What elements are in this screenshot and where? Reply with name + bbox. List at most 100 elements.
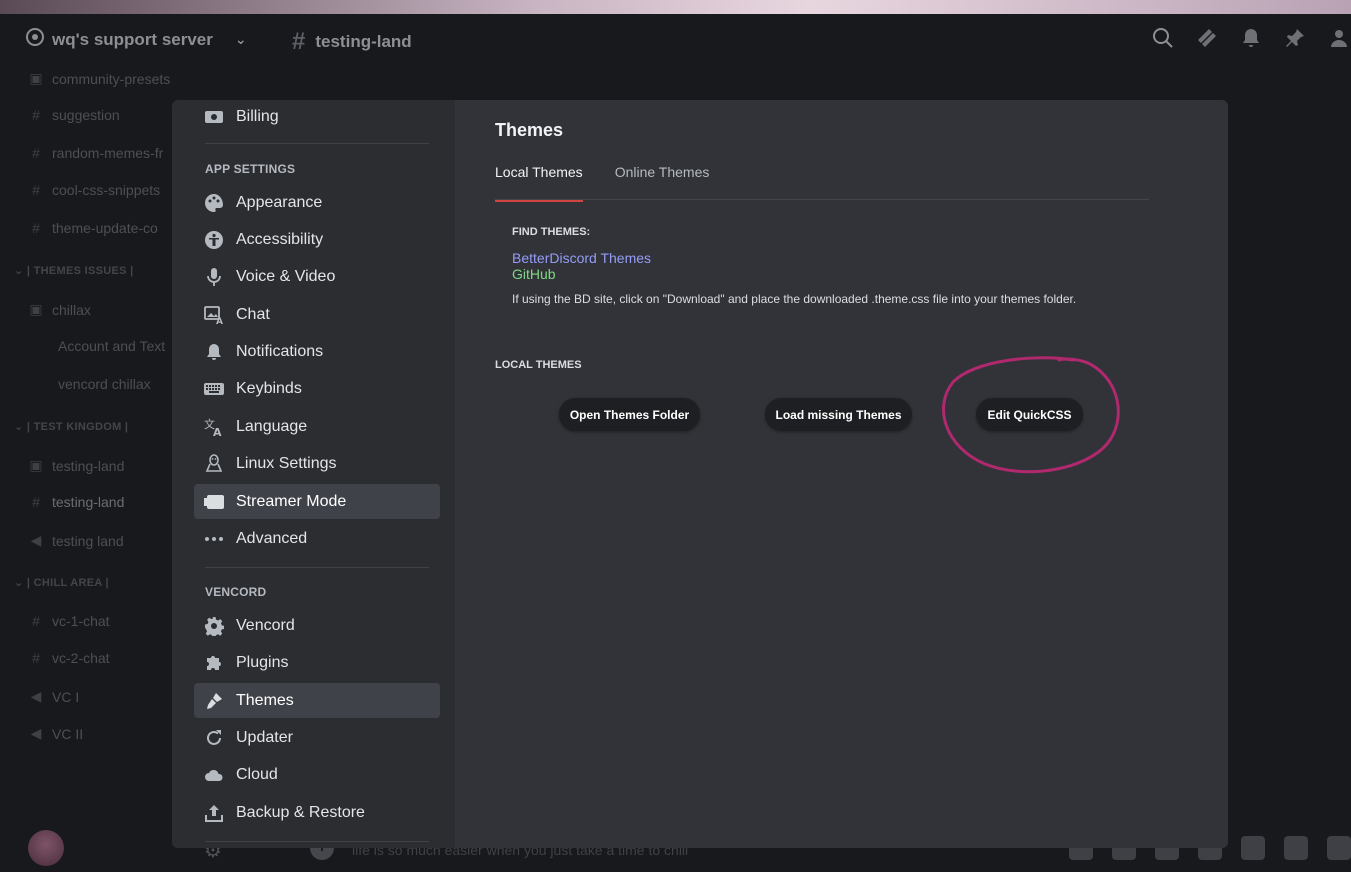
desktop-wallpaper [0, 0, 1351, 14]
open-themes-folder-button[interactable]: Open Themes Folder [559, 398, 700, 431]
channel-item[interactable]: ◀ VC I [28, 688, 80, 705]
channel-item[interactable]: # vc-1-chat [28, 613, 109, 629]
image-text-icon: A [204, 305, 224, 325]
nav-item-billing[interactable]: Billing [194, 100, 440, 134]
puzzle-icon [204, 653, 224, 673]
nav-item-themes[interactable]: Themes [194, 683, 440, 718]
hash-icon: # [32, 145, 40, 161]
nav-item-appearance[interactable]: Appearance [194, 185, 440, 220]
category-header[interactable]: ⌄ | THEMES ISSUES | [14, 264, 133, 277]
tab-divider [495, 199, 1149, 200]
keyboard-icon [204, 379, 224, 399]
nav-item-cloud[interactable]: Cloud [194, 757, 440, 792]
nav-item-language[interactable]: 文A Language [194, 409, 440, 444]
linux-icon [204, 453, 224, 474]
channel-item[interactable]: # vc-2-chat [28, 650, 109, 666]
pin-icon[interactable] [1283, 26, 1307, 50]
speaker-icon: ◀ [30, 688, 42, 704]
hash-icon: # [32, 613, 40, 629]
svg-text:A: A [216, 317, 223, 325]
gif-icon[interactable] [1284, 836, 1308, 860]
github-link[interactable]: GitHub [512, 266, 556, 282]
server-header[interactable]: wq's support server ⌄ [26, 28, 247, 51]
speaker-icon: ◀ [30, 532, 42, 548]
channel-item[interactable]: ◀ testing land [28, 532, 124, 549]
category-header[interactable]: ⌄ | TEST KINGDOM | [14, 420, 128, 433]
forum-icon: ▣ [29, 457, 43, 473]
betterdiscord-themes-link[interactable]: BetterDiscord Themes [512, 250, 651, 266]
svg-text:A: A [213, 426, 222, 437]
hash-icon: # [32, 182, 40, 198]
gift-icon[interactable] [1241, 836, 1265, 860]
avatar[interactable] [28, 830, 64, 866]
channel-header: # testing-land [292, 28, 412, 56]
nav-item-advanced[interactable]: Advanced [194, 521, 440, 556]
billing-icon [204, 107, 224, 127]
translate-icon: 文A [204, 417, 224, 437]
search-icon[interactable] [1151, 26, 1175, 50]
hash-icon: # [32, 220, 40, 236]
chevron-down-icon[interactable]: ⌄ [235, 31, 247, 48]
nav-item-chat[interactable]: A Chat [194, 297, 440, 332]
channel-item[interactable]: # theme-update-co [28, 220, 158, 236]
speaker-icon: ◀ [30, 725, 42, 741]
members-icon[interactable] [1327, 26, 1351, 50]
microphone-icon [204, 267, 224, 287]
channel-item[interactable]: ▣ chillax [28, 301, 91, 318]
thread-item[interactable]: Account and Text [58, 338, 165, 354]
divider [205, 567, 429, 568]
channel-name: testing-land [315, 32, 412, 51]
nav-item-notifications[interactable]: Notifications [194, 334, 440, 369]
nav-item-accessibility[interactable]: Accessibility [194, 222, 440, 257]
hash-icon: # [32, 494, 40, 510]
section-heading-vencord: VENCORD [205, 585, 267, 599]
sticker-icon[interactable] [1327, 836, 1351, 860]
nav-item-vencord[interactable]: Vencord [194, 608, 440, 643]
accessibility-icon [204, 230, 224, 250]
chevron-down-icon: ⌄ [14, 265, 27, 277]
gear-icon [204, 616, 224, 636]
bell-icon[interactable] [1239, 26, 1263, 50]
channel-item[interactable]: # cool-css-snippets [28, 182, 160, 198]
find-themes-heading: FIND THEMES: [512, 226, 591, 238]
hash-icon: # [292, 28, 306, 55]
server-icon [26, 28, 44, 51]
channel-item-selected[interactable]: # testing-land [28, 494, 124, 510]
edit-quickcss-button[interactable]: Edit QuickCSS [976, 398, 1083, 431]
cloud-icon [204, 765, 224, 785]
channel-item[interactable]: # suggestion [28, 107, 120, 123]
nav-item-plugins[interactable]: Plugins [194, 645, 440, 680]
channel-sidebar: ▣ community-presets # suggestion # random-m… [0, 66, 175, 826]
nav-item-backup-restore[interactable]: Backup & Restore [194, 795, 440, 830]
upload-icon [204, 803, 224, 823]
threads-icon[interactable] [1195, 26, 1219, 50]
nav-item-updater[interactable]: Updater [194, 720, 440, 755]
nav-item-linux-settings[interactable]: Linux Settings [194, 446, 440, 481]
divider [205, 841, 429, 842]
nav-item-keybinds[interactable]: Keybinds [194, 371, 440, 406]
server-name: wq's support server [52, 29, 213, 49]
chevron-down-icon: ⌄ [14, 577, 27, 589]
chevron-down-icon: ⌄ [14, 421, 27, 433]
bell-icon [204, 342, 224, 362]
hash-icon: # [32, 650, 40, 666]
tab-local-themes[interactable]: Local Themes [495, 164, 583, 202]
settings-nav: Billing APP SETTINGS Appearance Accessib… [172, 100, 455, 848]
tab-online-themes[interactable]: Online Themes [615, 164, 710, 202]
thread-item[interactable]: vencord chillax [58, 376, 151, 392]
themes-panel: Themes Local Themes Online Themes FIND T… [455, 100, 1228, 848]
nav-item-voice-video[interactable]: Voice & Video [194, 259, 440, 294]
section-heading-app-settings: APP SETTINGS [205, 162, 296, 176]
nav-item-streamer-mode[interactable]: Streamer Mode [194, 484, 440, 519]
load-missing-themes-button[interactable]: Load missing Themes [765, 398, 912, 431]
refresh-icon [204, 728, 224, 748]
hash-icon: # [32, 107, 40, 123]
channel-item[interactable]: # random-memes-fr [28, 145, 163, 161]
channel-item[interactable]: ▣ testing-land [28, 457, 124, 474]
divider [205, 143, 429, 144]
channel-item[interactable]: ▣ community-presets [28, 70, 170, 87]
category-header[interactable]: ⌄ | CHILL AREA | [14, 576, 109, 589]
channel-item[interactable]: ◀ VC II [28, 725, 84, 742]
top-icons [1151, 26, 1351, 50]
brush-icon [204, 691, 224, 711]
